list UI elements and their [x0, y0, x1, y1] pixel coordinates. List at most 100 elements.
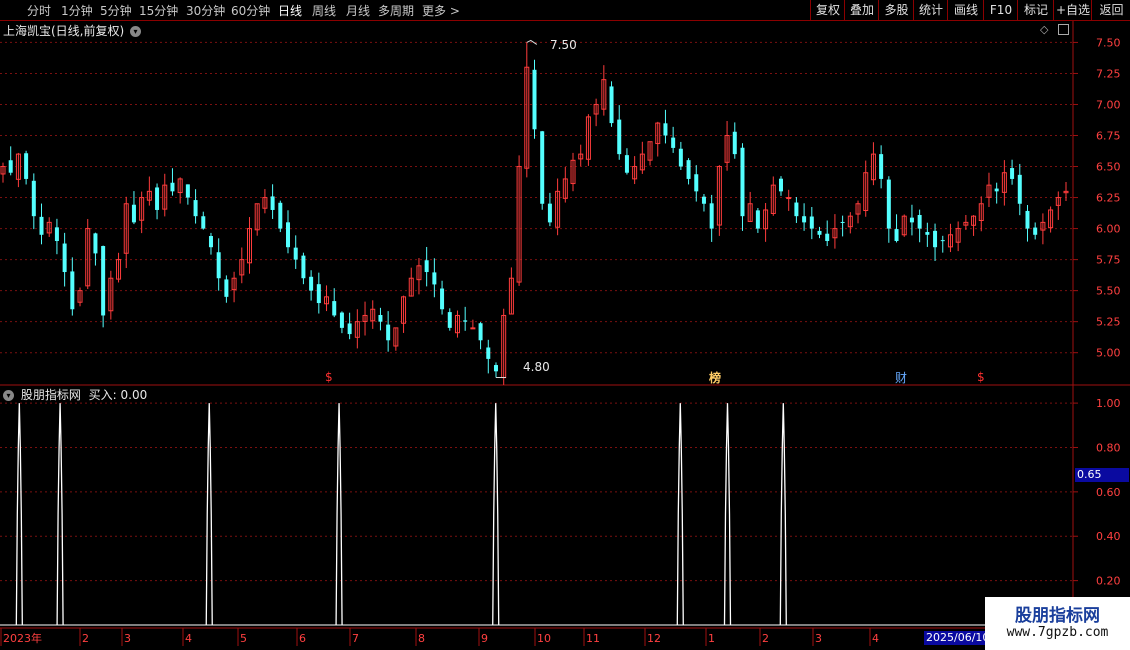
candle-body [817, 230, 822, 235]
candle-body [185, 184, 190, 198]
candle-body [470, 327, 476, 330]
main-title: 上海凯宝(日线,前复权) ▾ [3, 22, 142, 39]
indicator-title: ▾ 股朋指标网 买入: 0.00 [3, 386, 147, 403]
candle-body [1010, 168, 1015, 179]
candle-body [432, 272, 437, 285]
candle-body [493, 365, 498, 372]
main-tick-label: 6.75 [1096, 129, 1121, 142]
candle-body [663, 123, 668, 136]
candle-body [70, 271, 75, 310]
indicator-spike [676, 403, 684, 626]
main-tick-label: 5.75 [1096, 254, 1121, 267]
indicator-spike [723, 403, 732, 626]
candle-body [347, 323, 352, 335]
x-tick-label: 8 [418, 632, 425, 645]
candle-body [478, 323, 483, 341]
candle-body [609, 86, 614, 124]
x-tick-label: 7 [352, 632, 359, 645]
x-tick-label: 10 [537, 632, 551, 645]
candle-body [8, 160, 13, 173]
axes: 5.00 5.25 5.50 5.75 6.00 6.25 6.50 6.75 7.00 7.25… [0, 36, 1121, 646]
candle-body [316, 284, 321, 304]
chevron-down-icon[interactable]: ▾ [3, 390, 14, 401]
indicator-value: 买入: 0.00 [88, 388, 148, 402]
candle-body [894, 229, 899, 241]
candle-body [1033, 227, 1038, 235]
x-tick-label: 2023年 [3, 631, 42, 645]
candle-body [802, 216, 807, 223]
candle-body [879, 154, 884, 179]
indicator-spike [779, 403, 787, 626]
candle-body [101, 246, 106, 316]
candle-body [131, 204, 136, 223]
candle-body [39, 216, 44, 235]
diamond-icon[interactable]: ◇ [1040, 23, 1048, 36]
candle-body [532, 69, 537, 130]
main-tick-label: 5.00 [1096, 347, 1121, 360]
candle-body [886, 179, 891, 229]
watermark: 股朋指标网 www.7gpzb.com [985, 597, 1130, 650]
indicator-tick-label: 0.40 [1096, 530, 1121, 543]
indicator-tick-label: 0.80 [1096, 441, 1121, 454]
main-tick-label: 6.00 [1096, 223, 1121, 236]
indicator-tick-label: 0.20 [1096, 575, 1121, 588]
candle-body [278, 202, 283, 229]
candle-body [440, 288, 445, 310]
candle-body [193, 200, 198, 217]
candle-body [339, 312, 344, 328]
candle-body [933, 230, 938, 248]
candle-body [286, 222, 291, 248]
panel-tools: ◇ [1040, 22, 1070, 36]
marker-finance[interactable]: 财 [895, 369, 907, 386]
candle-body [794, 202, 799, 217]
candle-body [332, 301, 337, 316]
date-box: 2025/06/10 [924, 631, 992, 645]
candle-body [270, 196, 275, 210]
x-tick-label: 1 [708, 632, 715, 645]
candle-body [778, 178, 783, 192]
candle-body [840, 221, 845, 223]
main-tick-label: 6.50 [1096, 161, 1121, 174]
chevron-down-icon[interactable]: ▾ [130, 26, 142, 37]
x-tick-label: 9 [481, 632, 488, 645]
candle-body [547, 203, 552, 223]
main-tick-label: 7.50 [1096, 36, 1121, 49]
x-tick-label: 3 [815, 632, 822, 645]
x-tick-label: 11 [586, 632, 600, 645]
indicator-spike [492, 403, 500, 626]
main-tick-label: 7.25 [1096, 67, 1121, 80]
candle-body [301, 255, 306, 279]
x-tick-label: 2 [82, 632, 89, 645]
marker-dollar-1[interactable]: $ [325, 370, 333, 384]
indicator-tick-label: 1.00 [1096, 397, 1121, 410]
marker-dollar-2[interactable]: $ [977, 370, 985, 384]
candle-body [909, 217, 914, 223]
candle-body [701, 196, 706, 204]
candle-body [686, 160, 691, 179]
candle-body [994, 188, 999, 192]
candle-body [24, 153, 29, 179]
candles [0, 42, 1069, 385]
candle-body [755, 210, 760, 229]
candle-body [1025, 210, 1030, 229]
main-tick-label: 6.25 [1096, 192, 1121, 205]
marker-rank[interactable]: 榜 [709, 369, 721, 386]
candle-body [740, 147, 745, 217]
window-toggle-icon[interactable] [1058, 24, 1070, 35]
x-tick-label: 2 [762, 632, 769, 645]
candle-body [224, 279, 229, 297]
indicator-spike [335, 403, 343, 626]
indicator-spike [205, 403, 213, 626]
x-tick-label: 6 [299, 632, 306, 645]
candle-body [940, 240, 945, 242]
indicator-spike [56, 403, 64, 626]
current-value-box: 0.65 [1075, 468, 1129, 482]
candle-body [447, 312, 452, 328]
candle-body [293, 247, 298, 260]
candle-body [486, 347, 491, 359]
candle-body [917, 215, 922, 229]
watermark-url: www.7gpzb.com [1006, 625, 1109, 640]
candle-body [678, 148, 683, 167]
x-tick-label: 4 [185, 632, 192, 645]
candle-body [170, 182, 175, 192]
